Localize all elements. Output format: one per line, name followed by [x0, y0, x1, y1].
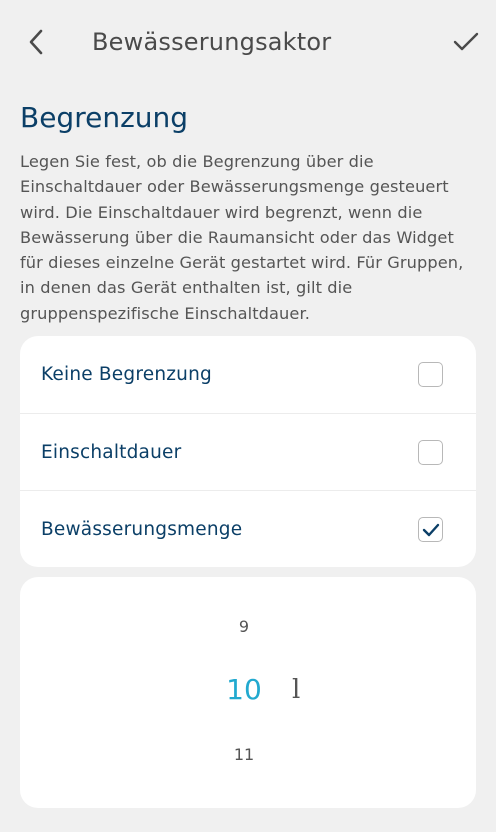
- picker-previous-value[interactable]: 9: [224, 617, 264, 636]
- limit-options-list: Keine Begrenzung Einschaltdauer Bewässer…: [20, 336, 476, 567]
- option-duration[interactable]: Einschaltdauer: [20, 413, 476, 490]
- section-title: Begrenzung: [20, 101, 189, 134]
- app-header: Bewässerungsaktor: [0, 0, 496, 84]
- chevron-left-icon: [29, 29, 43, 55]
- page-title: Bewässerungsaktor: [92, 28, 332, 56]
- option-water-amount[interactable]: Bewässerungsmenge: [20, 490, 476, 567]
- checkmark-icon: [422, 523, 439, 536]
- option-checkbox[interactable]: [418, 440, 443, 465]
- amount-picker[interactable]: 9 10 l 11: [20, 577, 476, 808]
- checkmark-icon: [453, 32, 479, 51]
- option-label: Einschaltdauer: [41, 441, 182, 463]
- option-label: Keine Begrenzung: [41, 364, 212, 385]
- picker-current-value[interactable]: 10: [214, 673, 274, 706]
- confirm-button[interactable]: [448, 24, 484, 60]
- option-no-limit[interactable]: Keine Begrenzung: [20, 336, 476, 413]
- option-checkbox[interactable]: [418, 517, 443, 542]
- picker-unit: l: [292, 675, 301, 705]
- option-checkbox[interactable]: [418, 362, 443, 387]
- screen: Bewässerungsaktor Begrenzung Legen Sie f…: [0, 0, 496, 832]
- picker-next-value[interactable]: 11: [224, 745, 264, 764]
- option-label: Bewässerungsmenge: [41, 518, 243, 540]
- section-description: Legen Sie fest, ob die Begrenzung über d…: [20, 152, 464, 323]
- back-button[interactable]: [18, 24, 54, 60]
